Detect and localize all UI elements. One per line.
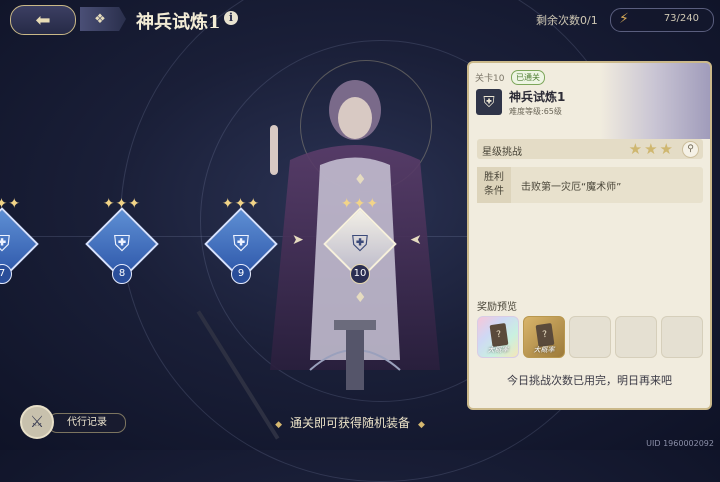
shield-icon: ⛨ (0, 232, 11, 257)
mystery-card-icon: ? (535, 322, 555, 348)
stage-node-10[interactable]: ✦✦✦ ⛨ 10 (320, 196, 400, 292)
victory-condition-text: 击败第一灾厄“魔术师” (521, 182, 622, 193)
stage-number: 8 (112, 264, 132, 284)
mystery-card-icon: ? (489, 322, 509, 348)
page-title: 神兵试炼1 (136, 12, 221, 33)
proxy-record-button[interactable]: 代行记录 ⚔ (20, 405, 126, 439)
attempts-exhausted-message: 今日挑战次数已用完，明日再来吧 (507, 374, 672, 387)
reward-slot-empty (615, 316, 657, 358)
reward-slot-empty (569, 316, 611, 358)
selector-arrow-left-icon: ➤ (292, 232, 304, 248)
home-button[interactable]: ❖ (80, 7, 126, 31)
back-arrow-icon: ⬅ (35, 9, 51, 31)
star-challenge-bar[interactable]: 星级挑战 ★★★ ⚲ (477, 139, 703, 159)
difficulty-level: 难度等级:65级 (509, 107, 562, 116)
remaining-attempts: 剩余次数0/1 (536, 14, 598, 27)
stage-number: 9 (231, 264, 251, 284)
stage-node-7[interactable]: ✦✦✦ ⛨ 7 (0, 196, 42, 292)
top-bar: ⬅ ❖ 神兵试炼1 i 剩余次数0/1 ⚡ 73/240 (0, 0, 720, 40)
proxy-record-label: 代行记录 (48, 413, 126, 433)
shield-icon: ⛨ (476, 89, 502, 115)
stage-name: 神兵试炼1 (509, 90, 566, 104)
shield-icon: ⛨ (232, 232, 250, 257)
reward-slot-empty (661, 316, 703, 358)
reward-hint: ◆ 通关即可获得随机装备 ◆ (220, 414, 480, 431)
reward-hint-text: 通关即可获得随机装备 (289, 416, 410, 430)
stage-node-9[interactable]: ✦✦✦ ⛨ 9 (201, 196, 281, 292)
selector-arrow-top-icon: ♦ (354, 172, 367, 188)
reward-tag: 大概率 (533, 346, 555, 354)
back-button[interactable]: ⬅ (10, 5, 76, 35)
stage-stars: ✦✦✦ (0, 196, 22, 212)
lightning-icon: ⚡ (619, 11, 629, 27)
diamond-bullet-icon: ◆ (275, 420, 282, 430)
shield-icon: ⛨ (351, 232, 369, 257)
user-id: UID 1960002092 (646, 439, 714, 448)
energy-value: 73/240 (663, 13, 699, 24)
stage-node-8[interactable]: ✦✦✦ ⛨ 8 (82, 196, 162, 292)
record-icon: ⚔ (20, 405, 54, 439)
star-rating: ★★★ (628, 140, 675, 158)
reward-tag: 大概率 (487, 346, 509, 354)
star-challenge-label: 星级挑战 (482, 147, 522, 158)
energy-counter[interactable]: ⚡ 73/240 (610, 8, 714, 32)
selector-arrow-right-icon: ➤ (410, 232, 422, 248)
victory-condition-label: 胜利 条件 (477, 167, 511, 203)
selector-arrow-bottom-icon: ♦ (354, 290, 367, 306)
magnifier-icon[interactable]: ⚲ (682, 141, 699, 158)
stage-number-label: 关卡10 (475, 74, 505, 84)
boss-portrait (600, 63, 710, 139)
shield-icon: ⛨ (113, 232, 131, 257)
info-icon[interactable]: i (224, 11, 238, 25)
reward-slot[interactable]: ? 大概率 (523, 316, 565, 358)
reward-slot[interactable]: ? 大概率 (477, 316, 519, 358)
cleared-badge: 已通关 (511, 70, 545, 85)
diamond-bullet-icon: ◆ (418, 420, 425, 430)
reward-preview-label: 奖励预览 (477, 302, 517, 313)
stage-info-panel: 关卡10 已通关 ⛨ 神兵试炼1 难度等级:65级 星级挑战 ★★★ ⚲ 胜利条… (467, 61, 712, 410)
victory-condition: 胜利 条件 击败第一灾厄“魔术师” (477, 167, 703, 203)
grid-home-icon: ❖ (94, 11, 106, 27)
stage-number: 10 (350, 264, 370, 284)
